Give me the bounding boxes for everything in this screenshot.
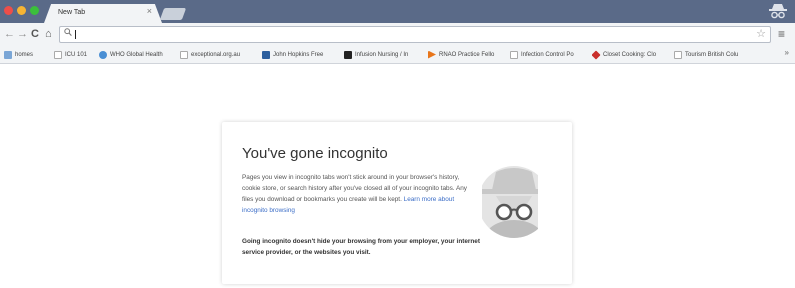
bookmark-star-icon[interactable]: ☆ — [756, 27, 766, 42]
incognito-card: You've gone incognito Pages you view in … — [222, 122, 572, 284]
bookmark-homes[interactable]: homes — [4, 49, 46, 60]
bookmark-label: John Hopkins Free — [273, 51, 324, 58]
page-icon — [54, 50, 62, 59]
bookmark-label: Infusion Nursing / In — [355, 51, 409, 58]
menu-icon[interactable]: ≡ — [778, 27, 785, 41]
page-icon — [180, 50, 188, 59]
bookmark-rnao[interactable]: RNAO Practice Fello — [428, 49, 500, 60]
bookmark-label: Tourism British Colu — [685, 51, 739, 58]
tab-title: New Tab — [58, 9, 86, 16]
tab-close-icon[interactable]: × — [147, 7, 152, 16]
reload-icon[interactable]: C — [31, 26, 39, 42]
globe-icon — [99, 50, 107, 59]
omnibox[interactable]: ☆ — [59, 26, 771, 43]
bookmark-label: homes — [15, 51, 34, 58]
bookmark-label: RNAO Practice Fello — [439, 51, 495, 58]
home-icon[interactable]: ⌂ — [45, 26, 52, 42]
bookmark-icu-101[interactable]: ICU 101 — [54, 49, 94, 60]
closet-cooking-icon — [592, 49, 601, 60]
bookmark-infection-control[interactable]: Infection Control Po — [510, 49, 584, 60]
bookmark-label: exceptional.org.au — [191, 51, 241, 58]
more-bookmarks-icon[interactable]: » — [785, 48, 789, 57]
close-window-button[interactable] — [4, 6, 13, 15]
infusion-nursing-icon — [344, 50, 352, 59]
text-cursor — [75, 30, 76, 39]
bookmark-who-global-health[interactable]: WHO Global Health — [99, 49, 163, 60]
bookmark-closet-cooking[interactable]: Closet Cooking: Clo — [592, 49, 666, 60]
new-tab-button[interactable] — [159, 8, 187, 20]
address-input[interactable] — [74, 27, 744, 42]
tab-new-tab[interactable]: New Tab × — [44, 4, 162, 23]
toolbar: ← → C ⌂ ☆ ≡ — [0, 23, 795, 45]
bookmarks-bar: homes ICU 101 WHO Global Health exceptio… — [0, 45, 795, 64]
bookmark-label: ICU 101 — [65, 51, 88, 58]
folder-icon — [4, 50, 12, 59]
incognito-warning: Going incognito doesn't hide your browsi… — [242, 238, 480, 256]
bookmark-label: WHO Global Health — [110, 51, 163, 58]
page-icon — [674, 50, 682, 59]
john-hopkins-icon — [262, 50, 270, 59]
search-icon — [64, 28, 72, 39]
bookmark-label: Infection Control Po — [521, 51, 574, 58]
incognito-spy-icon — [478, 154, 550, 250]
rnao-icon — [428, 50, 436, 59]
bookmark-infusion-nursing[interactable]: Infusion Nursing / In — [344, 49, 418, 60]
bookmark-john-hopkins[interactable]: John Hopkins Free — [262, 49, 336, 60]
page-title: You've gone incognito — [242, 145, 388, 162]
page-icon — [510, 50, 518, 59]
bookmark-tourism-bc[interactable]: Tourism British Colu — [674, 49, 770, 60]
bookmark-label: Closet Cooking: Clo — [603, 51, 657, 58]
incognito-badge-icon — [767, 1, 789, 21]
zoom-window-button[interactable] — [30, 6, 39, 15]
bookmark-exceptional[interactable]: exceptional.org.au — [180, 49, 252, 60]
incognito-description: Pages you view in incognito tabs won't s… — [242, 172, 472, 216]
back-icon[interactable]: ← — [4, 26, 15, 42]
title-bar: New Tab × — [0, 0, 795, 23]
minimize-window-button[interactable] — [17, 6, 26, 15]
forward-icon[interactable]: → — [17, 26, 28, 42]
